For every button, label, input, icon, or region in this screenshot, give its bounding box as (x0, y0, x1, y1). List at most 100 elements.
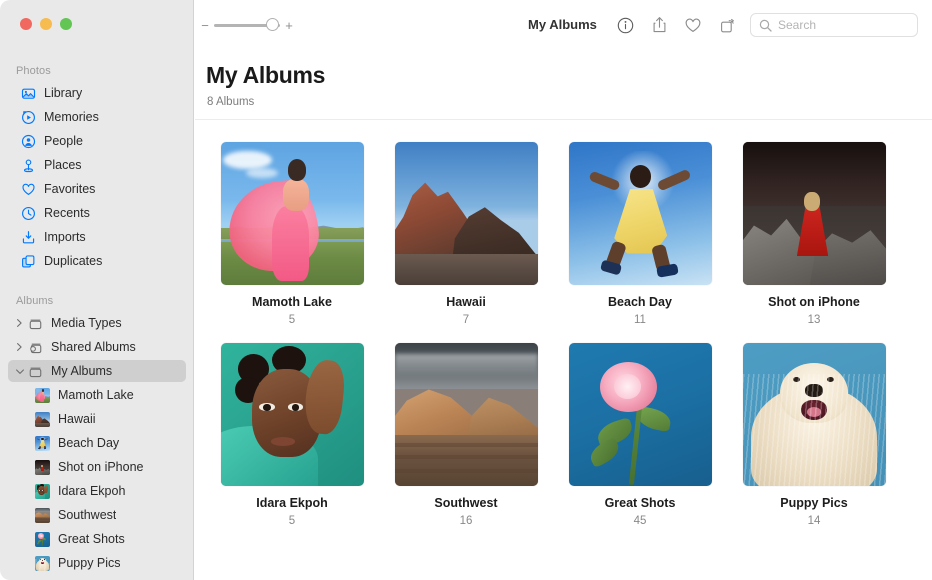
people-icon (20, 133, 37, 150)
heart-icon (20, 181, 37, 198)
rotate-icon (719, 17, 736, 34)
zoom-slider-thumb[interactable] (266, 18, 279, 31)
album-cover-image[interactable] (395, 142, 538, 285)
minimize-button[interactable] (40, 18, 52, 30)
sidebar-group-my-albums[interactable]: My Albums (8, 360, 186, 382)
album-cover-image[interactable] (395, 343, 538, 486)
sidebar-item-recents[interactable]: Recents (8, 202, 186, 224)
album-cover-image[interactable] (743, 343, 886, 486)
sidebar-item-label: Duplicates (44, 254, 102, 268)
album-thumbnail (35, 460, 50, 475)
places-icon (20, 157, 37, 174)
album-tile[interactable]: Mamoth Lake5 (205, 142, 379, 326)
library-icon (20, 85, 37, 102)
info-icon (617, 17, 634, 34)
sidebar-item-label: Recents (44, 206, 90, 220)
album-thumbnail (35, 508, 50, 523)
album-cover-image[interactable] (569, 343, 712, 486)
sidebar-album-label: Idara Ekpoh (58, 484, 125, 498)
sidebar-item-label: People (44, 134, 83, 148)
sidebar-album-hawaii[interactable]: Hawaii (8, 408, 186, 430)
album-cover-image[interactable] (221, 343, 364, 486)
album-photo-count: 11 (634, 314, 646, 326)
sidebar-album-mamoth-lake[interactable]: Mamoth Lake (8, 384, 186, 406)
sidebar-group-label: Shared Albums (51, 340, 136, 354)
album-cover-image[interactable] (743, 142, 886, 285)
album-title: Idara Ekpoh (256, 496, 328, 510)
album-photo-count: 16 (460, 515, 473, 527)
chevron-right-icon[interactable] (14, 318, 25, 328)
sidebar-album-great-shots[interactable]: Great Shots (8, 528, 186, 550)
sidebar-group-label: Media Types (51, 316, 122, 330)
album-thumbnail (35, 412, 50, 427)
sidebar-album-label: Hawaii (58, 412, 96, 426)
sidebar-item-label: Imports (44, 230, 86, 244)
album-tile[interactable]: Beach Day11 (553, 142, 727, 326)
album-tile[interactable]: Great Shots 45 (553, 343, 727, 527)
sidebar-album-puppy-pics[interactable]: Puppy Pics (8, 552, 186, 574)
sidebar-albums-section: Albums Media Types Shared Albums My Albu… (0, 285, 194, 576)
album-thumbnail (35, 532, 50, 547)
album-tile[interactable]: Puppy Pics14 (727, 343, 901, 527)
sidebar-album-southwest[interactable]: Southwest (8, 504, 186, 526)
favorite-button[interactable] (676, 10, 710, 40)
sidebar-item-library[interactable]: Library (8, 82, 186, 104)
sidebar-group-shared-albums[interactable]: Shared Albums (8, 336, 186, 358)
sidebar-item-people[interactable]: People (8, 130, 186, 152)
album-tile[interactable]: Hawaii 7 (379, 142, 553, 326)
rotate-button[interactable] (710, 10, 744, 40)
sidebar-item-places[interactable]: Places (8, 154, 186, 176)
chevron-right-icon[interactable] (14, 342, 25, 352)
content-area: − + My Albums (194, 0, 932, 580)
sidebar-album-idara-ekpoh[interactable]: Idara Ekpoh (8, 480, 186, 502)
album-cover-image[interactable] (221, 142, 364, 285)
album-title: Southwest (434, 496, 497, 510)
album-photo-count: 5 (289, 314, 295, 326)
chevron-down-icon[interactable] (14, 367, 25, 376)
sidebar-item-imports[interactable]: Imports (8, 226, 186, 248)
sidebar-album-shot-on-iphone[interactable]: Shot on iPhone (8, 456, 186, 478)
sidebar-group-media-types[interactable]: Media Types (8, 312, 186, 334)
album-title: Hawaii (446, 295, 486, 309)
album-cover-image[interactable] (569, 142, 712, 285)
album-title: Great Shots (605, 496, 676, 510)
sidebar-album-beach-day[interactable]: Beach Day (8, 432, 186, 454)
share-icon (651, 16, 668, 34)
sidebar-item-label: Places (44, 158, 82, 172)
album-photo-count: 45 (634, 515, 647, 527)
search-placeholder: Search (778, 18, 816, 32)
heart-icon (684, 17, 702, 34)
sidebar-section-header-photos: Photos (0, 65, 194, 77)
zoom-out-label[interactable]: − (199, 19, 211, 32)
album-photo-count: 14 (808, 515, 821, 527)
album-photo-count: 7 (463, 314, 469, 326)
album-tile[interactable]: Shot on iPhone13 (727, 142, 901, 326)
album-box-icon (27, 315, 44, 332)
zoom-slider[interactable]: − + (199, 18, 295, 32)
sidebar-photos-section: Photos Library Memories People Places Fav… (0, 55, 194, 274)
zoom-slider-track[interactable] (214, 18, 280, 32)
sidebar-item-label: Library (44, 86, 82, 100)
album-thumbnail (35, 484, 50, 499)
share-button[interactable] (642, 10, 676, 40)
maximize-button[interactable] (60, 18, 72, 30)
album-tile[interactable]: Southwest 16 (379, 343, 553, 527)
clock-icon (20, 205, 37, 222)
sidebar-album-label: Beach Day (58, 436, 119, 450)
search-input[interactable]: Search (750, 13, 918, 37)
photos-app-window: Photos Library Memories People Places Fav… (0, 0, 932, 580)
info-button[interactable] (608, 10, 642, 40)
sidebar-item-favorites[interactable]: Favorites (8, 178, 186, 200)
sidebar-item-duplicates[interactable]: Duplicates (8, 250, 186, 272)
sidebar-item-memories[interactable]: Memories (8, 106, 186, 128)
albums-scroll-region: My Albums 8 Albums Mamoth Lake5Hawaii7Be… (194, 50, 932, 580)
shared-album-icon (27, 339, 44, 356)
album-thumbnail (35, 436, 50, 451)
album-count-label: 8 Albums (207, 96, 932, 108)
memories-icon (20, 109, 37, 126)
sidebar-album-label: Puppy Pics (58, 556, 121, 570)
album-tile[interactable]: Idara Ekpoh5 (205, 343, 379, 527)
close-button[interactable] (20, 18, 32, 30)
zoom-in-label[interactable]: + (283, 19, 295, 32)
sidebar-album-label: Southwest (58, 508, 116, 522)
